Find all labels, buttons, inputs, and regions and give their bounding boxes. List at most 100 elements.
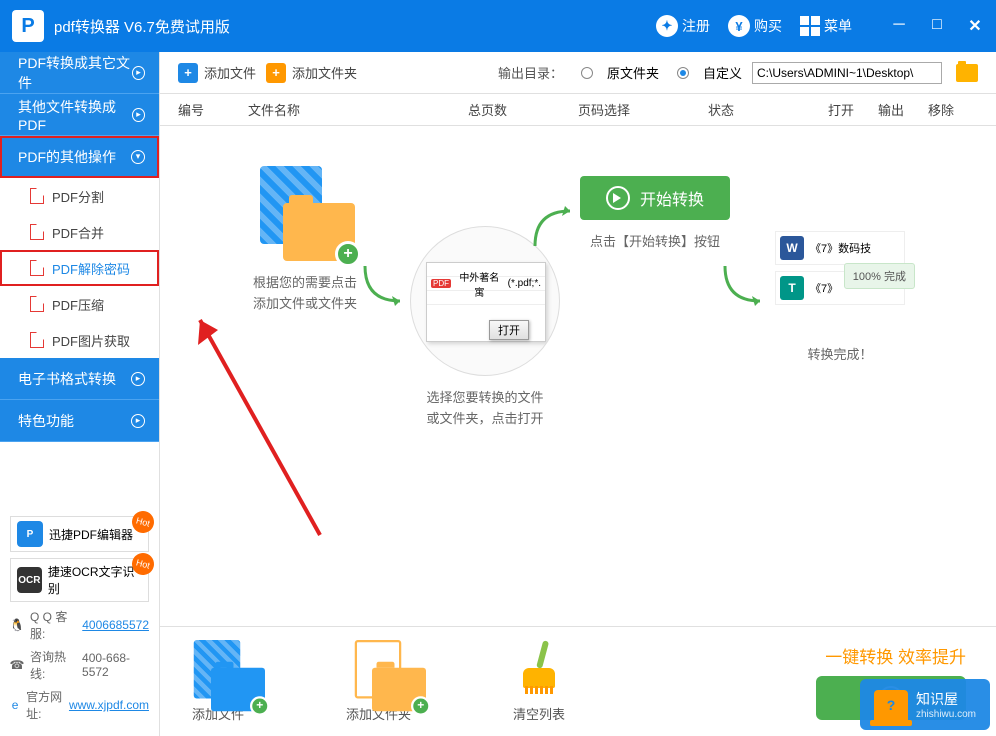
step-2: PDF中外著名寓(*.pdf;*. 打开 选择您要转换的文件 或文件夹，点击打开 [395, 226, 575, 430]
step-3: 开始转换 点击【开始转换】按钮 [560, 176, 750, 253]
app-logo: P [12, 10, 44, 42]
plus-icon: + [266, 63, 286, 83]
pdf-icon [30, 296, 44, 312]
output-path-input[interactable] [752, 62, 942, 84]
radio-original-label: 原文件夹 [607, 63, 659, 82]
ie-icon: e [10, 698, 20, 712]
register-button[interactable]: ✦ 注册 [656, 15, 710, 37]
th-name: 文件名称 [248, 100, 468, 119]
step2-caption-2: 或文件夹，点击打开 [395, 409, 575, 430]
promo-pdf-editor[interactable]: P 迅捷PDF编辑器 Hot [10, 516, 149, 552]
item-label: PDF合并 [52, 223, 104, 242]
content-area: + 添加文件 + 添加文件夹 输出目录： 原文件夹 自定义 编号 文件名称 总页… [160, 52, 996, 736]
play-icon [606, 186, 630, 210]
cat-label: PDF转换成其它文件 [18, 53, 132, 93]
add-file-label: 添加文件 [204, 63, 256, 82]
chevron-right-icon: ▸ [132, 66, 145, 80]
table-header: 编号 文件名称 总页数 页码选择 状态 打开 输出 移除 [160, 94, 996, 126]
plus-icon: + [411, 696, 431, 716]
item-label: PDF解除密码 [52, 259, 130, 278]
close-button[interactable]: ✕ [966, 16, 984, 36]
start-convert-illustration: 开始转换 [580, 176, 730, 220]
category-other-to-pdf[interactable]: 其他文件转换成PDF ▸ [0, 94, 159, 136]
phone-icon: ☎ [10, 658, 24, 672]
broom-icon [519, 640, 559, 688]
chevron-right-icon: ▸ [131, 372, 145, 386]
browse-folder-button[interactable] [956, 64, 978, 82]
menu-button[interactable]: 菜单 [800, 16, 852, 36]
sidebar-item-split[interactable]: PDF分割 [0, 178, 159, 214]
sidebar: PDF转换成其它文件 ▸ 其他文件转换成PDF ▸ PDF的其他操作 ▾ PDF… [0, 52, 160, 736]
user-icon: ✦ [656, 15, 678, 37]
tel-label: 咨询热线: [30, 648, 76, 682]
register-label: 注册 [682, 16, 710, 36]
sidebar-item-compress[interactable]: PDF压缩 [0, 286, 159, 322]
th-del: 移除 [928, 100, 978, 119]
yen-icon: ¥ [728, 15, 750, 37]
plus-icon: + [178, 63, 198, 83]
cat-label: PDF的其他操作 [18, 147, 116, 167]
ocr-icon: OCR [17, 567, 42, 593]
category-pdf-to-other[interactable]: PDF转换成其它文件 ▸ [0, 52, 159, 94]
contact-web: e 官方网址: www.xjpdf.com [10, 688, 149, 722]
th-pages: 总页数 [468, 100, 578, 119]
sidebar-item-unlock[interactable]: PDF解除密码 [0, 250, 159, 286]
add-file-button[interactable]: + 添加文件 [178, 63, 256, 83]
watermark-title: 知识屋 [916, 689, 976, 709]
radio-original[interactable] [581, 67, 593, 79]
watermark-icon: ? [874, 690, 908, 720]
titlebar: P pdf转换器 V6.7免费试用版 ✦ 注册 ¥ 购买 菜单 ─ □ ✕ [0, 0, 996, 52]
th-status: 状态 [708, 100, 828, 119]
plus-icon: + [335, 241, 361, 267]
arrow-icon [530, 201, 580, 251]
qq-label: Q Q 客服: [30, 608, 76, 642]
category-ebook[interactable]: 电子书格式转换 ▸ [0, 358, 159, 400]
start-label: 开始转换 [640, 186, 704, 210]
bottom-clear-list[interactable]: 清空列表 [511, 640, 567, 723]
text-icon: T [780, 276, 804, 300]
cat-label: 电子书格式转换 [18, 369, 116, 389]
pdf-icon [30, 224, 44, 240]
th-num: 编号 [178, 100, 248, 119]
add-folder-button[interactable]: + 添加文件夹 [266, 63, 357, 83]
word-icon: W [780, 236, 804, 260]
plus-icon: + [250, 696, 270, 716]
result-name-1: 《7》数码技 [810, 240, 871, 256]
contact-qq: 🐧 Q Q 客服: 4006685572 [10, 608, 149, 642]
web-link[interactable]: www.xjpdf.com [69, 698, 149, 712]
qq-link[interactable]: 4006685572 [82, 618, 149, 632]
dialog-filename: 中外著名寓 [455, 269, 504, 299]
pdf-icon [30, 332, 44, 348]
maximize-button[interactable]: □ [928, 16, 946, 36]
bottom-add-folder[interactable]: + 添加文件夹 [346, 640, 411, 723]
promo-label: 捷速OCR文字识别 [48, 563, 142, 597]
buy-button[interactable]: ¥ 购买 [728, 15, 782, 37]
category-special[interactable]: 特色功能 ▸ [0, 400, 159, 442]
step2-caption-1: 选择您要转换的文件 [395, 388, 575, 409]
pdf-icon [30, 188, 44, 204]
radio-custom[interactable] [677, 67, 689, 79]
done-badge: 100% 完成 [844, 263, 915, 289]
promo-ocr[interactable]: OCR 捷速OCR文字识别 Hot [10, 558, 149, 602]
sidebar-item-extract-images[interactable]: PDF图片获取 [0, 322, 159, 358]
item-label: PDF压缩 [52, 295, 104, 314]
cat-label: 特色功能 [18, 411, 74, 431]
illustration-area: + 根据您的需要点击 添加文件或文件夹 PDF中外著名寓(*.pdf;*. 打开 [160, 126, 996, 626]
arrow-icon [720, 261, 770, 311]
watermark-url: zhishiwu.com [916, 709, 976, 720]
cat-label: 其他文件转换成PDF [18, 97, 132, 133]
th-open: 打开 [828, 100, 878, 119]
result-illustration: W《7》数码技 T《7》 100% 完成 [775, 231, 905, 305]
file-folder-illustration: + [255, 166, 355, 261]
item-label: PDF分割 [52, 187, 104, 206]
step4-caption: 转换完成！ [750, 345, 930, 366]
th-pagesel: 页码选择 [578, 100, 708, 119]
bottom-add-file[interactable]: + 添加文件 [190, 640, 246, 723]
category-pdf-ops[interactable]: PDF的其他操作 ▾ [0, 136, 159, 178]
minimize-button[interactable]: ─ [890, 16, 908, 36]
contact-tel: ☎ 咨询热线: 400-668-5572 [10, 648, 149, 682]
chevron-right-icon: ▸ [131, 414, 145, 428]
pdf-icon [30, 260, 44, 276]
tel-value: 400-668-5572 [82, 651, 149, 679]
sidebar-item-merge[interactable]: PDF合并 [0, 214, 159, 250]
